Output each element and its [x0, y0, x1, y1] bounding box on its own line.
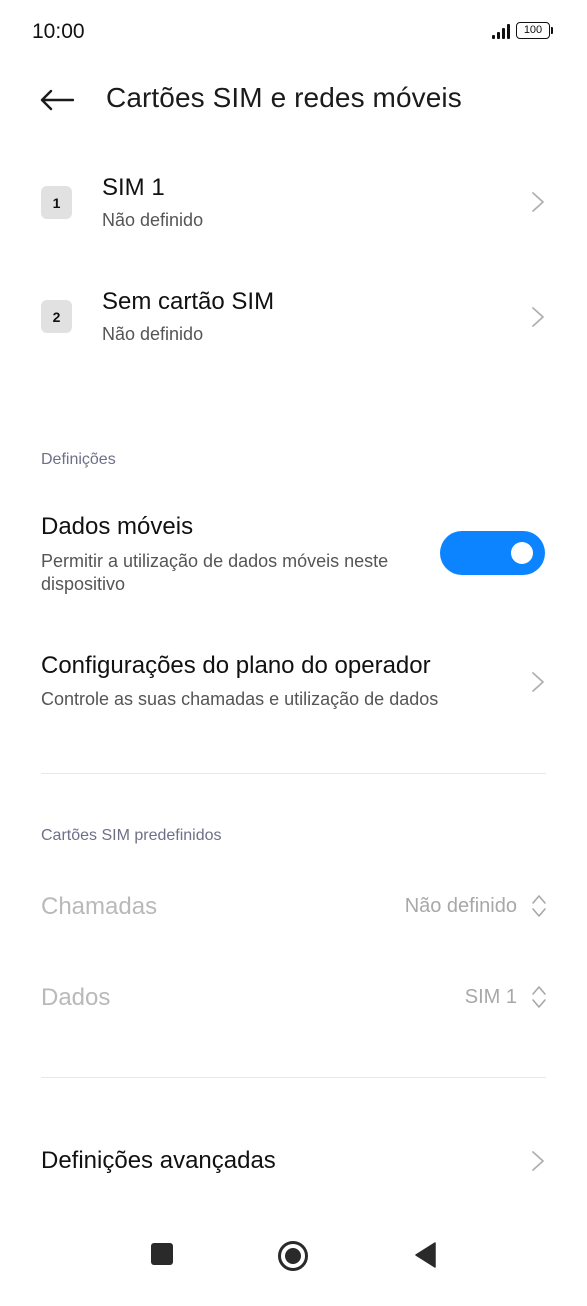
- updown-selector-icon: [532, 895, 546, 917]
- signal-icon: [492, 23, 510, 39]
- sim-card-subtitle: Não definido: [102, 324, 204, 344]
- sim-card-title: Sem cartão SIM: [102, 288, 275, 315]
- data-title: Dados: [41, 984, 111, 1011]
- calls-title: Chamadas: [41, 893, 158, 920]
- section-label-settings: Definições: [41, 451, 116, 468]
- section-label-default-sim: Cartões SIM predefinidos: [41, 827, 222, 844]
- calls-value: Não definido: [404, 895, 517, 917]
- divider: [41, 773, 546, 774]
- page-title: Cartões SIM e redes móveis: [106, 82, 462, 113]
- chevron-right-icon: [532, 672, 544, 692]
- back-nav-button[interactable]: [414, 1242, 436, 1273]
- sim-card-subtitle: Não definido: [102, 210, 204, 230]
- back-button[interactable]: [40, 82, 80, 118]
- home-button[interactable]: [277, 1240, 309, 1277]
- toggle-knob: [511, 542, 533, 564]
- carrier-plan-subtitle: Controle as suas chamadas e utilização d…: [41, 689, 439, 709]
- divider: [41, 1077, 546, 1078]
- sim-1-icon: 1: [41, 186, 72, 219]
- battery-icon: 100: [516, 22, 553, 39]
- data-value: SIM 1: [464, 986, 517, 1008]
- recents-square-icon: [151, 1243, 173, 1265]
- carrier-plan-title: Configurações do plano do operador: [41, 652, 431, 679]
- sim-card-1-row[interactable]: 1 SIM 1 Não definido: [0, 172, 587, 256]
- status-time: 10:00: [32, 20, 85, 43]
- chevron-right-icon: [532, 1151, 544, 1171]
- sim-card-2-row[interactable]: 2 Sem cartão SIM Não definido: [0, 286, 587, 370]
- mobile-data-subtitle: Permitir a utilização de dados móveis ne…: [41, 551, 389, 594]
- advanced-settings-title: Definições avançadas: [41, 1147, 276, 1174]
- recents-button[interactable]: [150, 1242, 174, 1271]
- home-circle-icon: [278, 1241, 308, 1271]
- battery-level: 100: [516, 22, 550, 39]
- chevron-right-icon: [532, 192, 544, 212]
- mobile-data-title: Dados móveis: [41, 513, 194, 540]
- chevron-right-icon: [532, 307, 544, 327]
- sim-2-icon: 2: [41, 300, 72, 333]
- status-icons: 100: [492, 22, 553, 39]
- sim-card-title: SIM 1: [102, 174, 165, 201]
- back-arrow-icon: [40, 89, 74, 111]
- updown-selector-icon: [532, 986, 546, 1008]
- back-triangle-icon: [415, 1242, 436, 1268]
- mobile-data-toggle[interactable]: [440, 531, 545, 575]
